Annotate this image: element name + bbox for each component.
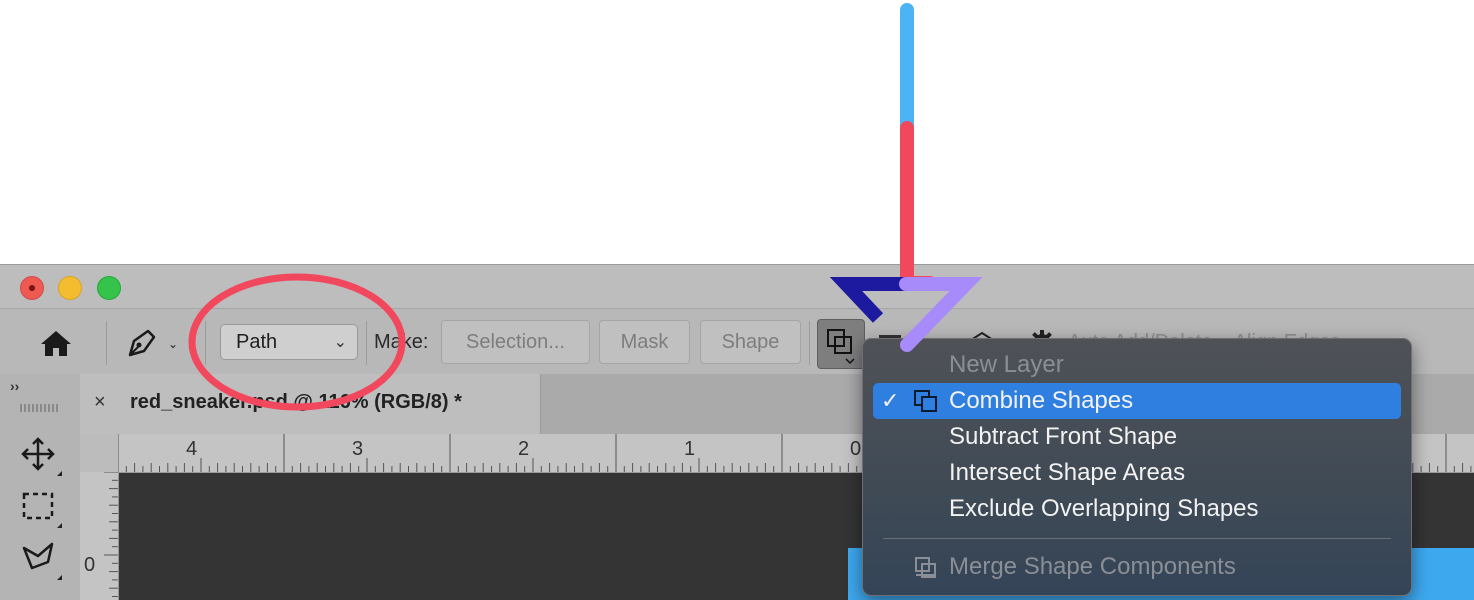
ruler-label: 1 [684,438,696,460]
title-bar [0,264,1474,309]
menu-item-combine-shapes[interactable]: ✓ Combine Shapes [873,383,1401,419]
minimize-window-button[interactable] [58,276,82,300]
menu-item-label: Merge Shape Components [949,553,1236,580]
make-shape-button[interactable]: Shape [700,320,801,364]
ruler-label: 3 [352,438,364,460]
tool-group-indicator [57,471,62,476]
move-tool[interactable] [18,436,62,476]
chevron-down-icon[interactable]: ⌄ [168,337,178,351]
tool-group-indicator [57,523,62,528]
document-tab[interactable]: × red_sneaker.psd @ 116% (RGB/8) * [80,374,541,434]
combine-shapes-icon [827,329,855,365]
ruler-label: 2 [518,438,530,460]
menu-item-label: Combine Shapes [949,387,1134,414]
marquee-tool[interactable] [18,488,62,528]
polygonal-lasso-icon [22,542,54,570]
collapse-panel-button[interactable]: ›› [10,378,19,394]
divider [809,321,810,365]
make-mask-button[interactable]: Mask [599,320,690,364]
ruler-label: 0 [850,438,862,460]
menu-item-exclude-overlapping-shapes[interactable]: Exclude Overlapping Shapes [873,491,1401,527]
menu-item-label: Subtract Front Shape [949,423,1178,450]
maximize-window-button[interactable] [97,276,121,300]
tool-mode-value: Path [236,331,278,353]
menu-item-new-layer[interactable]: New Layer [873,347,1401,383]
divider [106,321,107,365]
menu-item-label: Intersect Shape Areas [949,459,1186,486]
make-selection-button[interactable]: Selection... [441,320,590,364]
divider [205,321,206,365]
menu-item-label: Exclude Overlapping Shapes [949,495,1259,522]
menu-item-subtract-front-shape[interactable]: Subtract Front Shape [873,419,1401,455]
toolbox: ›› [0,374,81,600]
combine-shapes-icon [914,390,937,412]
move-icon [21,437,55,471]
checkmark-icon: ✓ [881,388,900,413]
tool-mode-select[interactable]: Path ⌄ [220,324,358,360]
home-icon[interactable] [38,328,74,358]
close-window-button[interactable] [20,276,44,300]
lasso-tool[interactable] [18,540,62,580]
annotation-arrow-shaft-red [900,121,937,290]
toolbox-grip[interactable] [20,404,58,412]
make-label: Make: [374,331,429,353]
close-tab-icon[interactable]: × [94,391,106,414]
chevron-down-icon: ⌄ [333,334,347,351]
vertical-ruler [80,472,119,600]
ruler-label: 4 [186,438,198,460]
marquee-icon [22,492,54,520]
document-tab-title: red_sneaker.psd @ 116% (RGB/8) * [130,391,462,413]
menu-separator [883,538,1391,539]
path-operations-menu: New Layer ✓ Combine Shapes Subtract Fron… [862,338,1412,596]
pen-tool-icon[interactable] [122,325,162,359]
merge-components-icon [915,557,936,578]
ruler-label: 0 [84,554,96,576]
tool-group-indicator [57,575,62,580]
divider [366,321,367,365]
menu-item-intersect-shape-areas[interactable]: Intersect Shape Areas [873,455,1401,491]
path-operations-button[interactable] [817,319,865,369]
menu-item-merge-shape-components[interactable]: Merge Shape Components [873,549,1401,585]
ruler-origin[interactable] [80,434,119,473]
menu-item-label: New Layer [949,351,1064,378]
